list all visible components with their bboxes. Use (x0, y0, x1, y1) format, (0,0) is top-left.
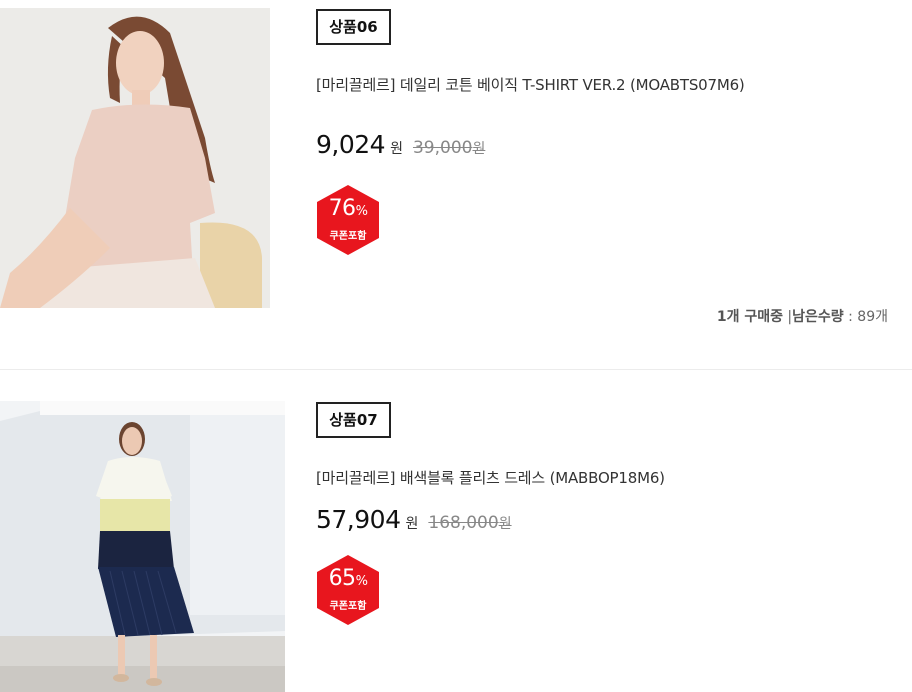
product-title[interactable]: [마리끌레르] 데일리 코튼 베이직 T-SHIRT VER.2 (MOABTS… (316, 74, 756, 97)
discount-badge: 65% 쿠폰포함 (315, 554, 381, 626)
remaining-label: 남은수량 (792, 309, 844, 325)
original-price-unit: 원 (472, 141, 486, 157)
product-title[interactable]: [마리끌레르] 배색블록 플리츠 드레스 (MABBOP18M6) (316, 467, 756, 490)
original-price: 39,000원 (413, 138, 485, 158)
product-card[interactable]: 상품06 [마리끌레르] 데일리 코튼 베이직 T-SHIRT VER.2 (M… (0, 0, 912, 370)
stock-info: 1개 구매중 |남은수량 : 89개 (717, 306, 888, 326)
product-image[interactable] (0, 401, 285, 692)
original-price-value: 39,000 (412, 138, 473, 158)
discount-badge: 76% 쿠폰포함 (315, 184, 381, 256)
discount-percent: 65% (328, 566, 368, 591)
product-number-badge: 상품07 (316, 402, 391, 438)
discount-percent: 76% (328, 196, 368, 221)
remaining-value: 89개 (857, 309, 888, 325)
sale-price-unit: 원 (405, 516, 419, 532)
product-image[interactable] (0, 8, 285, 308)
price-row: 9,024 원 39,000원 (316, 130, 485, 159)
divider (0, 369, 912, 370)
discount-label: 쿠폰포함 (329, 601, 367, 612)
original-price: 168,000원 (428, 513, 511, 533)
product-card[interactable]: 상품07 [마리끌레르] 배색블록 플리츠 드레스 (MABBOP18M6) 5… (0, 371, 912, 692)
stock-colon: : (848, 309, 853, 325)
discount-label: 쿠폰포함 (329, 231, 367, 242)
buying-count: 1개 구매중 (716, 309, 783, 325)
original-price-unit: 원 (498, 516, 512, 532)
sale-price-unit: 원 (390, 141, 403, 157)
product-number-badge: 상품06 (316, 9, 391, 45)
sale-price: 9,024 (316, 130, 386, 159)
original-price-value: 168,000 (428, 513, 499, 533)
price-row: 57,904 원 168,000원 (316, 505, 512, 534)
sale-price: 57,904 (316, 505, 401, 534)
